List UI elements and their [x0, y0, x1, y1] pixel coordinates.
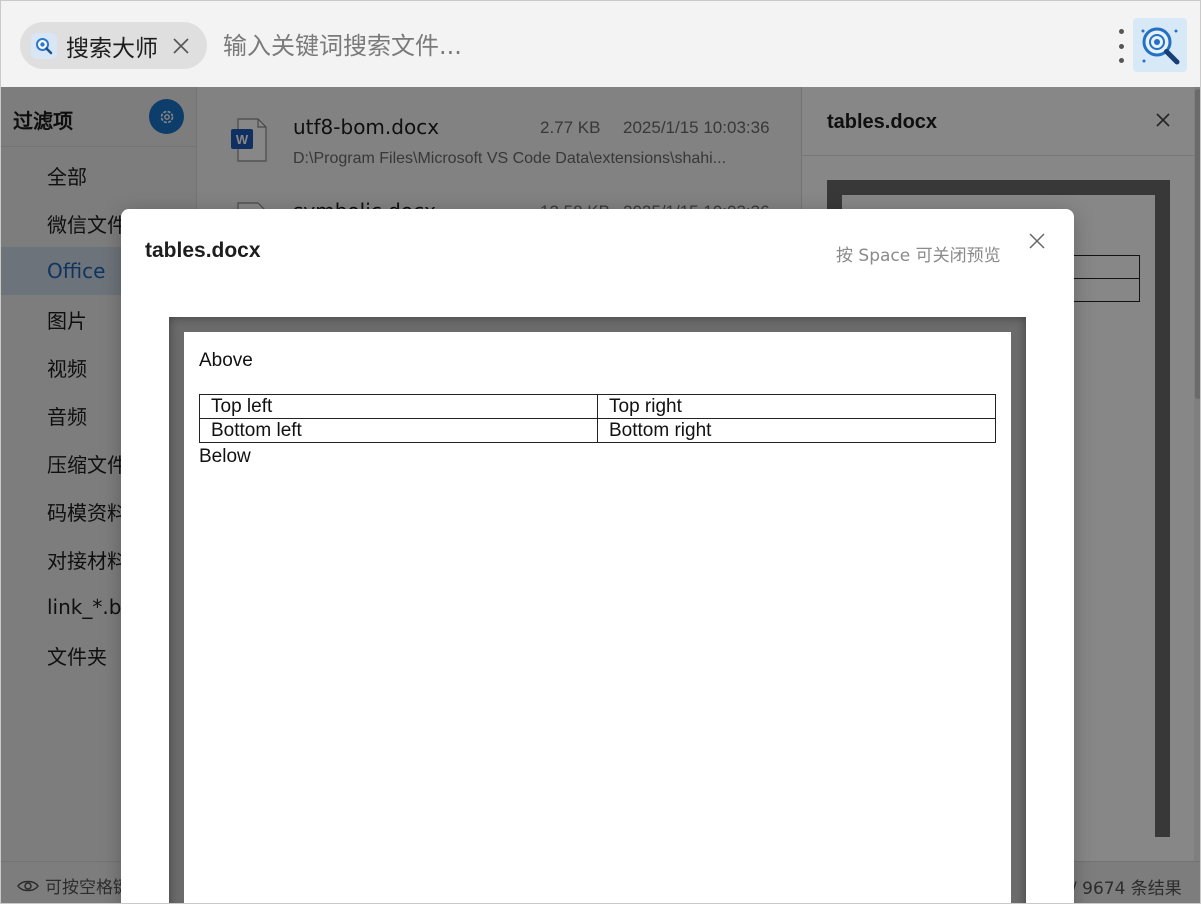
table-cell: Bottom left — [199, 418, 598, 443]
modal-hint: 按 Space 可关闭预览 — [836, 246, 1001, 266]
search-globe-icon[interactable] — [1133, 18, 1187, 72]
document-viewer: Above Top left Top right Bottom left Bot… — [169, 317, 1026, 903]
document-page: Above Top left Top right Bottom left Bot… — [184, 332, 1011, 903]
table-row: Top left Top right — [199, 394, 996, 419]
app-tab-chip[interactable]: 搜索大师 — [20, 22, 207, 69]
preview-modal: tables.docx 按 Space 可关闭预览 Above Top left… — [121, 209, 1074, 903]
document-table: Top left Top right Bottom left Bottom ri… — [199, 394, 996, 443]
app-window: 搜索大师 过滤项 — [0, 0, 1201, 904]
search-input[interactable] — [223, 28, 1083, 64]
top-bar: 搜索大师 — [1, 1, 1200, 87]
more-options-icon[interactable] — [1113, 26, 1129, 66]
table-cell: Top right — [597, 394, 996, 419]
table-row: Bottom left Bottom right — [199, 418, 996, 443]
document-paragraph: Above — [199, 350, 253, 371]
close-icon[interactable] — [1028, 232, 1048, 252]
table-cell: Bottom right — [597, 418, 996, 443]
modal-title: tables.docx — [145, 239, 261, 262]
table-cell: Top left — [199, 394, 598, 419]
app-name: 搜索大师 — [66, 35, 158, 62]
search-master-app-icon — [31, 32, 57, 59]
close-icon[interactable] — [170, 35, 192, 57]
document-paragraph: Below — [199, 446, 251, 467]
